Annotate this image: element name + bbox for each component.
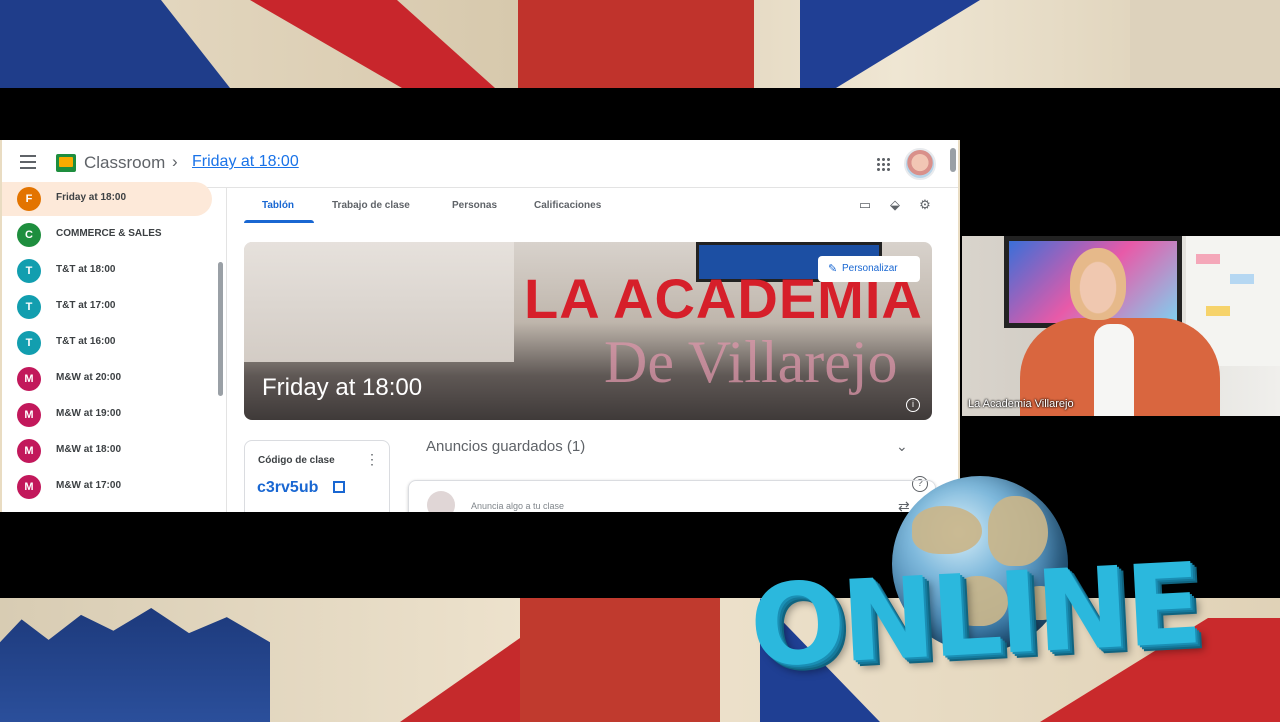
video-top-bar [0,88,962,140]
sidebar-item-label: T&T at 18:00 [56,264,116,275]
tab-classwork[interactable]: Trabajo de clase [332,200,410,211]
banner-wall-photo [244,242,514,362]
customize-button[interactable]: ✎ Personalizar [818,256,920,282]
menu-icon[interactable] [20,155,36,169]
sidebar-item-label: M&W at 19:00 [56,408,122,419]
pencil-icon: ✎ [828,263,838,275]
sidebar-item-mw-19[interactable]: M M&W at 19:00 [2,398,212,432]
sidebar-item-label: T&T at 16:00 [56,336,116,347]
class-avatar-icon: M [17,475,41,499]
settings-icon[interactable]: ⚙ [918,198,932,212]
sidebar-item-tt-16[interactable]: T T&T at 16:00 [2,326,212,360]
sidebar-item-mw-17[interactable]: M M&W at 17:00 [2,470,212,504]
banner-class-name: Friday at 18:00 [262,374,423,401]
class-avatar-icon: M [17,367,41,391]
class-avatar-icon: M [17,403,41,427]
class-avatar-icon: T [17,331,41,355]
sidebar-item-label: T&T at 17:00 [56,300,116,311]
sidebar-item-tt-18[interactable]: T T&T at 18:00 [2,254,212,288]
online-logo-overlay: ONLINE [746,476,1270,722]
sidebar-item-label: M&W at 17:00 [56,480,122,491]
breadcrumb-current-class[interactable]: Friday at 18:00 [192,153,299,171]
class-avatar-icon: M [17,439,41,463]
tab-grades[interactable]: Calificaciones [534,200,601,211]
webcam-video-tile: La Academia Villarejo [962,236,1280,416]
tab-people[interactable]: Personas [452,200,497,211]
sidebar-scrollbar[interactable] [218,262,223,396]
sidebar-item-commerce-sales[interactable]: C COMMERCE & SALES [2,218,212,252]
class-avatar-icon: T [17,259,41,283]
announcement-placeholder[interactable]: Anuncia algo a tu clase [471,501,564,511]
active-tab-indicator [244,220,314,223]
fullscreen-icon[interactable] [333,481,345,493]
chevron-down-icon[interactable]: ⌄ [896,438,908,455]
classroom-window: Classroom › Friday at 18:00 F Friday at … [2,140,958,512]
webcam-person-shirt [1094,324,1134,416]
saved-announcements-toggle[interactable]: Anuncios guardados (1) [426,438,585,455]
customize-button-label: Personalizar [842,263,898,274]
background-top-collage [0,0,1280,88]
avatar[interactable] [904,148,936,180]
class-code-value: c3rv5ub [257,479,319,496]
class-banner: LA ACADEMIA De Villarejo Friday at 18:00… [244,242,932,420]
class-code-label: Código de clase [258,455,335,466]
sidebar-item-friday-18[interactable]: F Friday at 18:00 [2,182,212,216]
app-name[interactable]: Classroom [84,153,165,173]
avatar [427,491,455,512]
sidebar-item-label: Friday at 18:00 [56,192,127,203]
sidebar-item-mw-18[interactable]: M M&W at 18:00 [2,434,212,468]
webcam-person-head [1070,248,1126,320]
sidebar-item-mw-20[interactable]: M M&W at 20:00 [2,362,212,396]
online-logo-text: ONLINE [746,539,1202,693]
participant-name-label: La Academia Villarejo [968,398,1074,410]
sidebar-item-label: M&W at 20:00 [56,372,122,383]
apps-grid-icon[interactable] [876,157,890,171]
calendar-icon[interactable]: ▭ [858,198,872,212]
class-avatar-icon: T [17,295,41,319]
breadcrumb-separator: › [172,152,178,171]
banner-logo-subtitle: De Villarejo [604,329,898,395]
more-options-icon[interactable]: ⋮ [365,451,379,468]
class-sidebar: F Friday at 18:00 C COMMERCE & SALES T T… [2,182,227,512]
tab-stream[interactable]: Tablón [262,200,294,211]
classroom-topbar: Classroom › Friday at 18:00 [2,140,958,188]
class-tabs: Tablón Trabajo de clase Personas Calific… [244,188,944,224]
drive-folder-icon[interactable]: ⬙ [888,198,902,212]
class-code-card: Código de clase ⋮ c3rv5ub [244,440,390,512]
sidebar-item-tt-17[interactable]: T T&T at 17:00 [2,290,212,324]
scrollbar[interactable] [950,148,956,172]
info-icon[interactable]: i [906,398,920,412]
class-avatar-icon: F [17,187,41,211]
class-avatar-icon: C [17,223,41,247]
sidebar-item-label: M&W at 18:00 [56,444,122,455]
classroom-logo-icon[interactable] [56,154,76,172]
sidebar-item-label: COMMERCE & SALES [56,228,162,239]
